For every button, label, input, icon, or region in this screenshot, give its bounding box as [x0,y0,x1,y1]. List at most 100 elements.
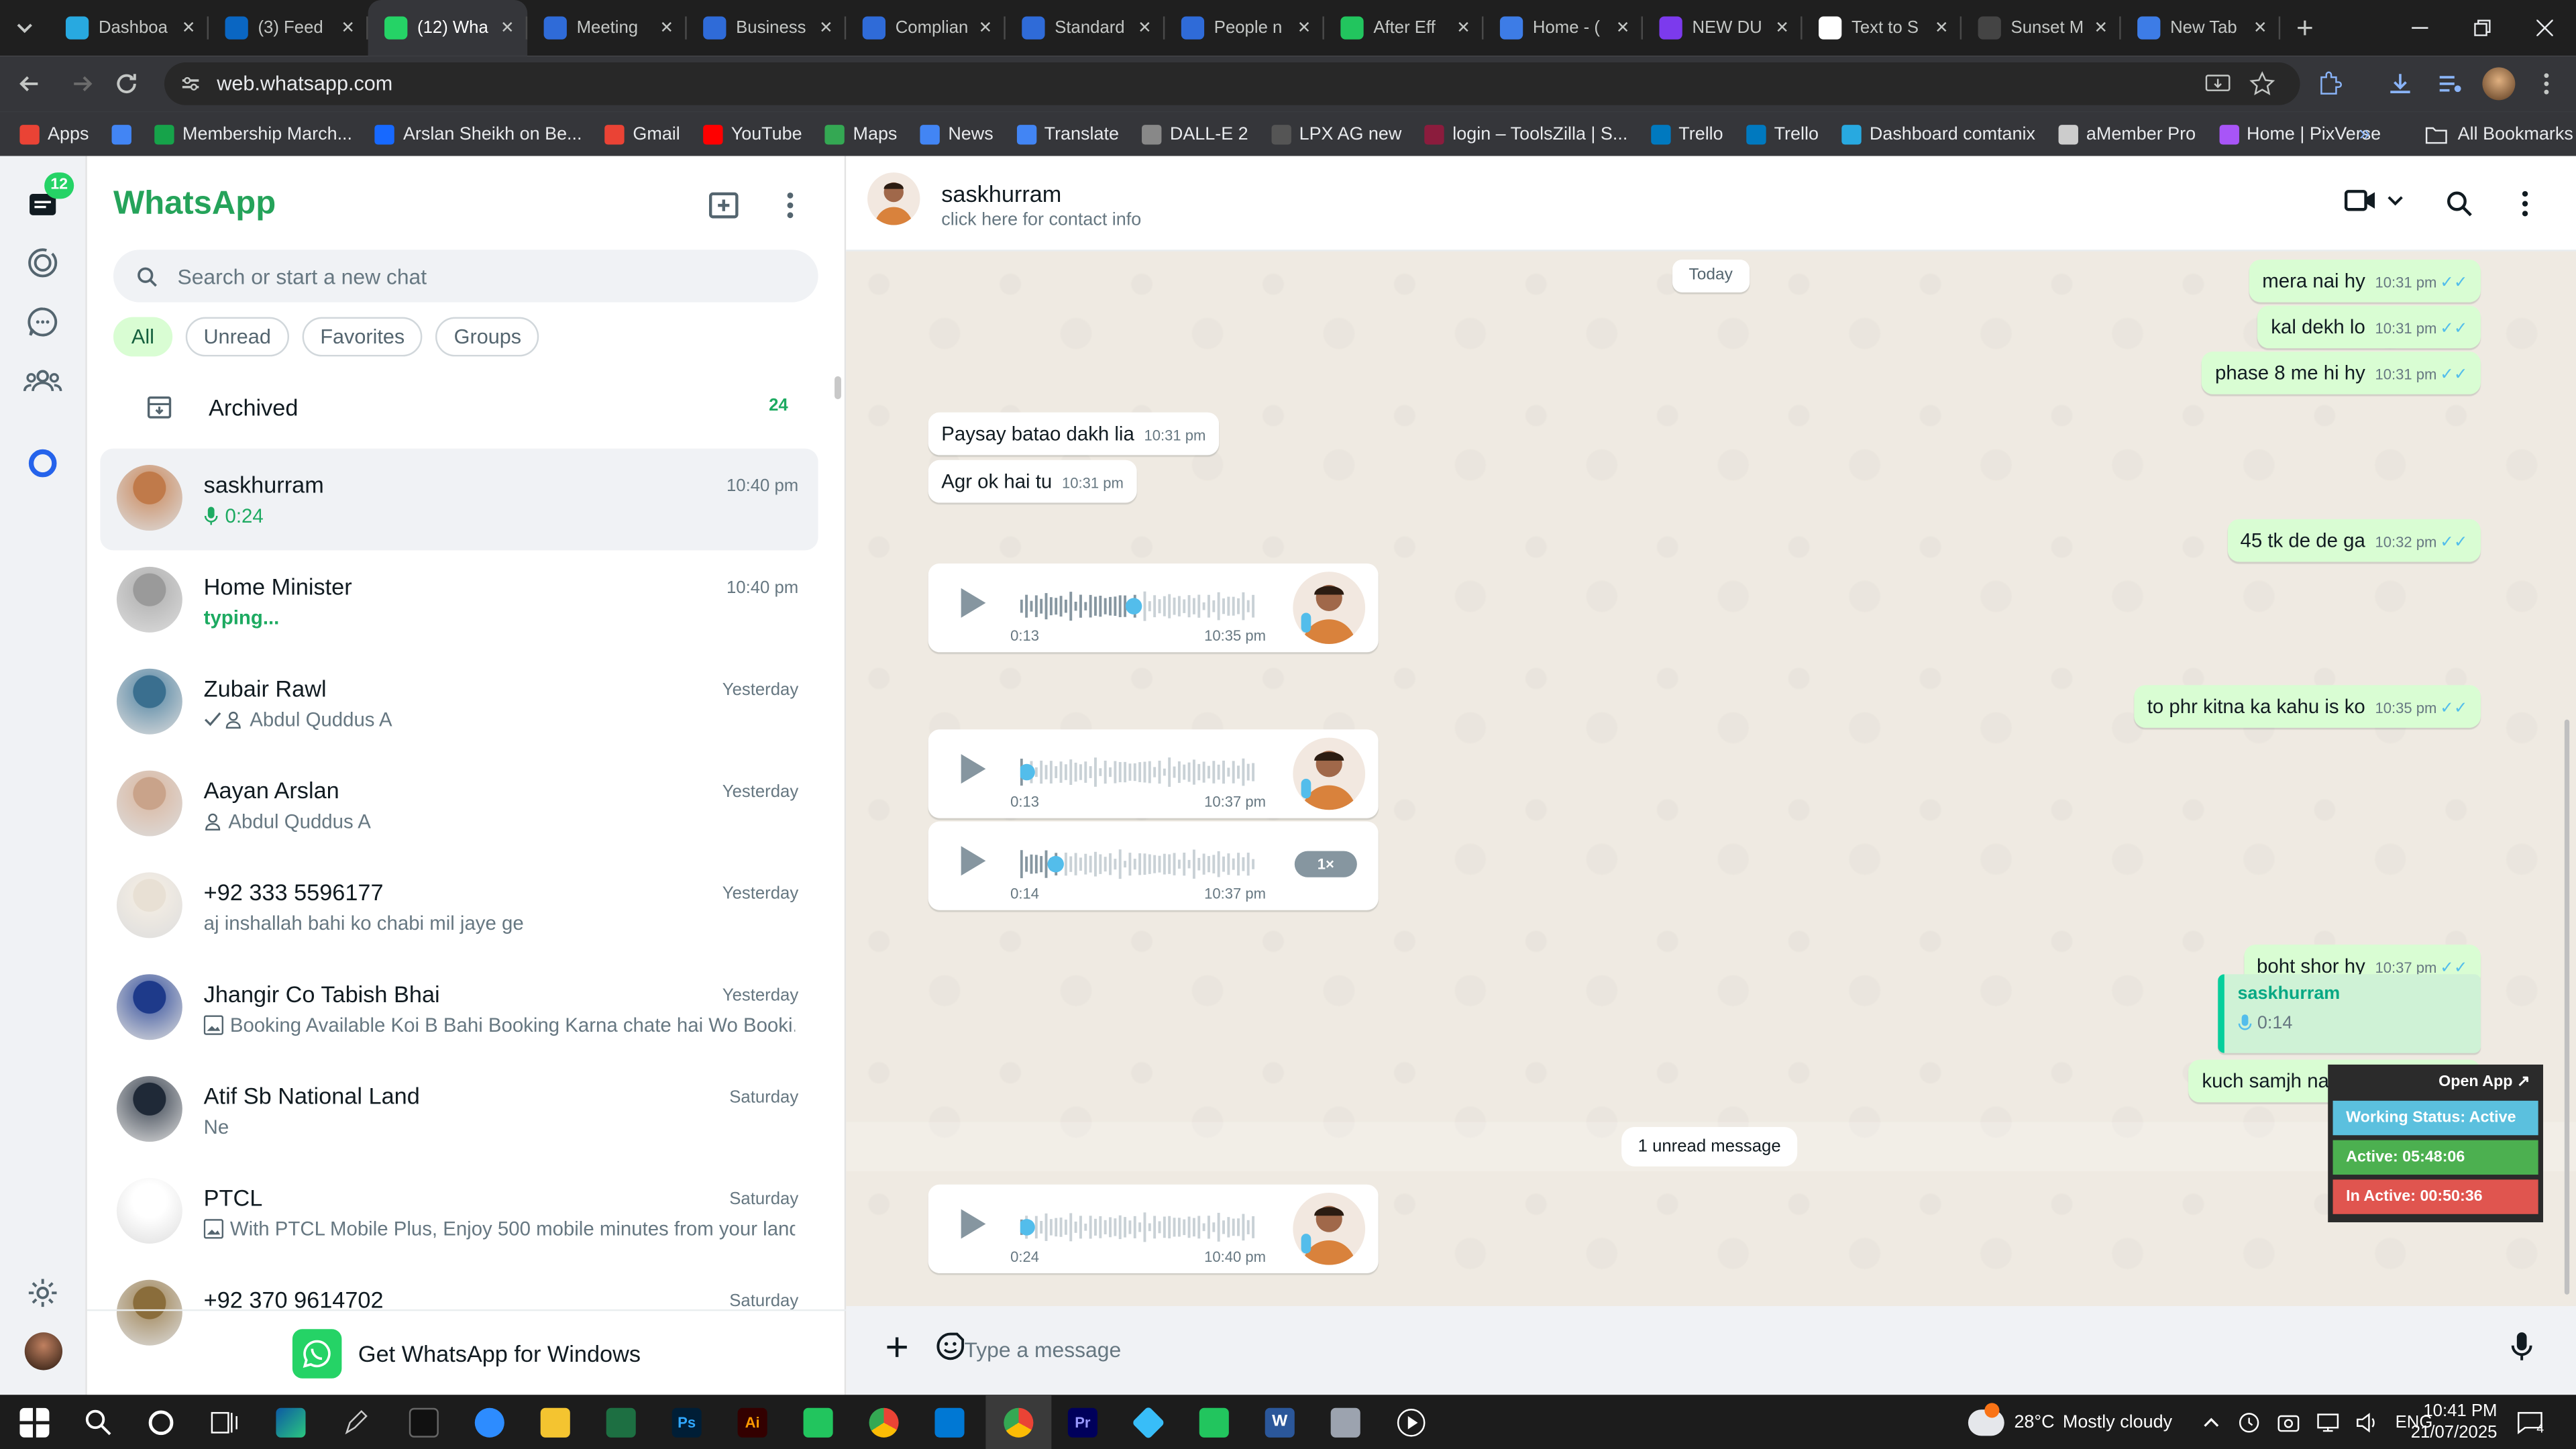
file-explorer-icon[interactable] [540,1407,570,1438]
bookmark-item[interactable]: Dashboard comtanix [1841,123,2035,144]
chevron-up-icon[interactable] [2202,1412,2221,1432]
more-options-icon[interactable] [2533,70,2559,97]
menu-icon[interactable] [780,191,800,220]
vscode-icon[interactable] [934,1407,965,1438]
voice-waveform[interactable] [1020,1211,1260,1244]
search-icon[interactable] [84,1408,113,1438]
get-whatsapp-windows-banner[interactable]: Get WhatsApp for Windows [87,1309,847,1395]
voice-message[interactable]: 0:13 10:35 pm [928,564,1379,653]
filter-groups[interactable]: Groups [435,317,540,357]
quoted-reply[interactable]: saskhurram 0:14 [2218,974,2481,1053]
reload-icon[interactable] [113,70,140,97]
close-tab-icon[interactable]: ✕ [1775,19,1789,37]
voice-message[interactable]: 0:24 10:40 pm [928,1184,1379,1273]
voice-message[interactable]: 0:14 10:37 pm 1× [928,821,1379,910]
word-icon[interactable]: W [1265,1407,1295,1438]
bookmark-item[interactable]: Arslan Sheikh on Be... [375,123,582,144]
chat-list-item[interactable]: Aayan Arslan Yesterday Abdul Quddus A [100,754,818,856]
outgoing-message[interactable]: 45 tk de de ga 10:32 pm ✓✓ [2226,519,2481,562]
chat-list-item[interactable]: Atif Sb National Land Saturday Ne [100,1060,818,1162]
new-chat-icon[interactable] [708,191,741,220]
communities-icon[interactable] [23,365,62,398]
clock[interactable]: 10:41 PM 21/07/2025 [2411,1395,2498,1449]
close-tab-icon[interactable]: ✕ [1456,19,1470,37]
video-call-button[interactable] [2344,189,2404,212]
chat-list-item[interactable]: PTCL Saturday With PTCL Mobile Plus, Enjoy… [100,1161,818,1263]
scrollbar-thumb[interactable] [835,376,841,400]
close-tab-icon[interactable]: ✕ [1935,19,1949,37]
task-view-icon[interactable] [210,1408,239,1438]
browser-tab[interactable]: (3) Feed ✕ [209,0,368,56]
feather-app-icon[interactable] [1199,1407,1229,1438]
close-tab-icon[interactable]: ✕ [1616,19,1630,37]
filter-favorites[interactable]: Favorites [302,317,423,357]
bookmark-item[interactable]: Gmail [604,123,680,144]
close-tab-icon[interactable]: ✕ [341,19,355,37]
browser-tab[interactable]: Complian ✕ [846,0,1006,56]
bookmark-item[interactable]: Maps [824,123,897,144]
voice-waveform[interactable] [1020,590,1260,623]
chrome-active-icon[interactable] [1004,1407,1034,1438]
outgoing-message[interactable]: kal dekh lo 10:31 pm ✓✓ [2257,305,2481,349]
extensions-icon[interactable] [2316,70,2343,97]
bookmark-item[interactable]: aMember Pro [2058,123,2196,144]
incoming-message[interactable]: Agr ok hai tu 10:31 pm [928,460,1137,503]
voice-waveform[interactable] [1020,848,1260,881]
chat-list-item[interactable]: saskhurram 10:40 pm 0:24 [100,448,818,551]
channels-icon[interactable] [26,306,59,339]
volume-icon[interactable] [2356,1410,2379,1433]
profile-avatar[interactable] [2482,67,2516,101]
browser-tab[interactable]: After Eff ✕ [1324,0,1484,56]
close-tab-icon[interactable]: ✕ [2094,19,2108,37]
bookmark-item[interactable]: Trello [1650,123,1723,144]
close-tab-icon[interactable]: ✕ [1138,19,1152,37]
network-icon[interactable] [2316,1410,2339,1433]
status-icon[interactable] [26,246,59,279]
search-icon[interactable] [2447,191,2473,217]
meta-ai-icon[interactable] [26,447,59,480]
bookmark-item[interactable]: News [920,123,994,144]
calculator-icon[interactable] [1330,1407,1360,1438]
close-tab-icon[interactable]: ✕ [1297,19,1311,37]
illustrator-icon[interactable]: Ai [737,1407,767,1438]
back-icon[interactable] [16,70,42,97]
clock-icon[interactable] [2238,1410,2261,1433]
media-player-icon[interactable] [1397,1408,1426,1438]
bookmark-item[interactable]: Home | PixVerse [2218,123,2381,144]
voice-message[interactable]: 0:13 10:37 pm [928,729,1379,818]
close-tab-icon[interactable]: ✕ [660,19,674,37]
browser-tab[interactable]: (12) Wha ✕ [368,0,528,56]
play-button[interactable] [958,845,987,877]
play-button[interactable] [958,1208,987,1240]
close-tab-icon[interactable]: ✕ [819,19,833,37]
cortana-icon[interactable] [146,1408,176,1438]
bookmark-item[interactable]: YouTube [703,123,802,144]
scrollbar-thumb[interactable] [2564,719,2570,1295]
bookmark-item[interactable]: login – ToolsZilla | S... [1424,123,1627,144]
close-tab-icon[interactable]: ✕ [2253,19,2267,37]
open-app-link[interactable]: Open App ↗ [2333,1069,2538,1095]
premiere-icon[interactable]: Pr [1067,1407,1097,1438]
filter-all[interactable]: All [113,317,172,357]
feather-app-icon[interactable] [803,1407,833,1438]
bookmark-item[interactable]: LPX AG new [1271,123,1401,144]
close-tab-icon[interactable]: ✕ [979,19,993,37]
attach-plus-icon[interactable] [885,1336,908,1358]
browser-tab[interactable]: People n ✕ [1165,0,1324,56]
all-bookmarks-button[interactable]: All Bookmarks [2425,112,2573,156]
pen-icon[interactable] [341,1408,371,1438]
microphone-icon[interactable] [2510,1331,2533,1364]
bookmark-item[interactable]: Apps [19,123,89,144]
archived-row[interactable]: Archived 24 [87,381,846,433]
chat-list-item[interactable]: Home Minister 10:40 pm typing... [100,550,818,652]
contact-avatar[interactable] [867,172,920,225]
browser-tab[interactable]: Meeting ✕ [527,0,687,56]
outgoing-message[interactable]: mera nai hy 10:31 pm ✓✓ [2249,259,2481,303]
site-settings-icon[interactable] [180,74,200,93]
filter-unread[interactable]: Unread [185,317,289,357]
terminal-icon[interactable] [409,1407,439,1438]
voice-waveform[interactable] [1020,756,1260,789]
chat-list-item[interactable]: +92 333 5596177 Yesterday aj inshallah bah… [100,856,818,958]
chrome-icon[interactable] [869,1407,899,1438]
playback-speed-button[interactable]: 1× [1294,851,1357,877]
